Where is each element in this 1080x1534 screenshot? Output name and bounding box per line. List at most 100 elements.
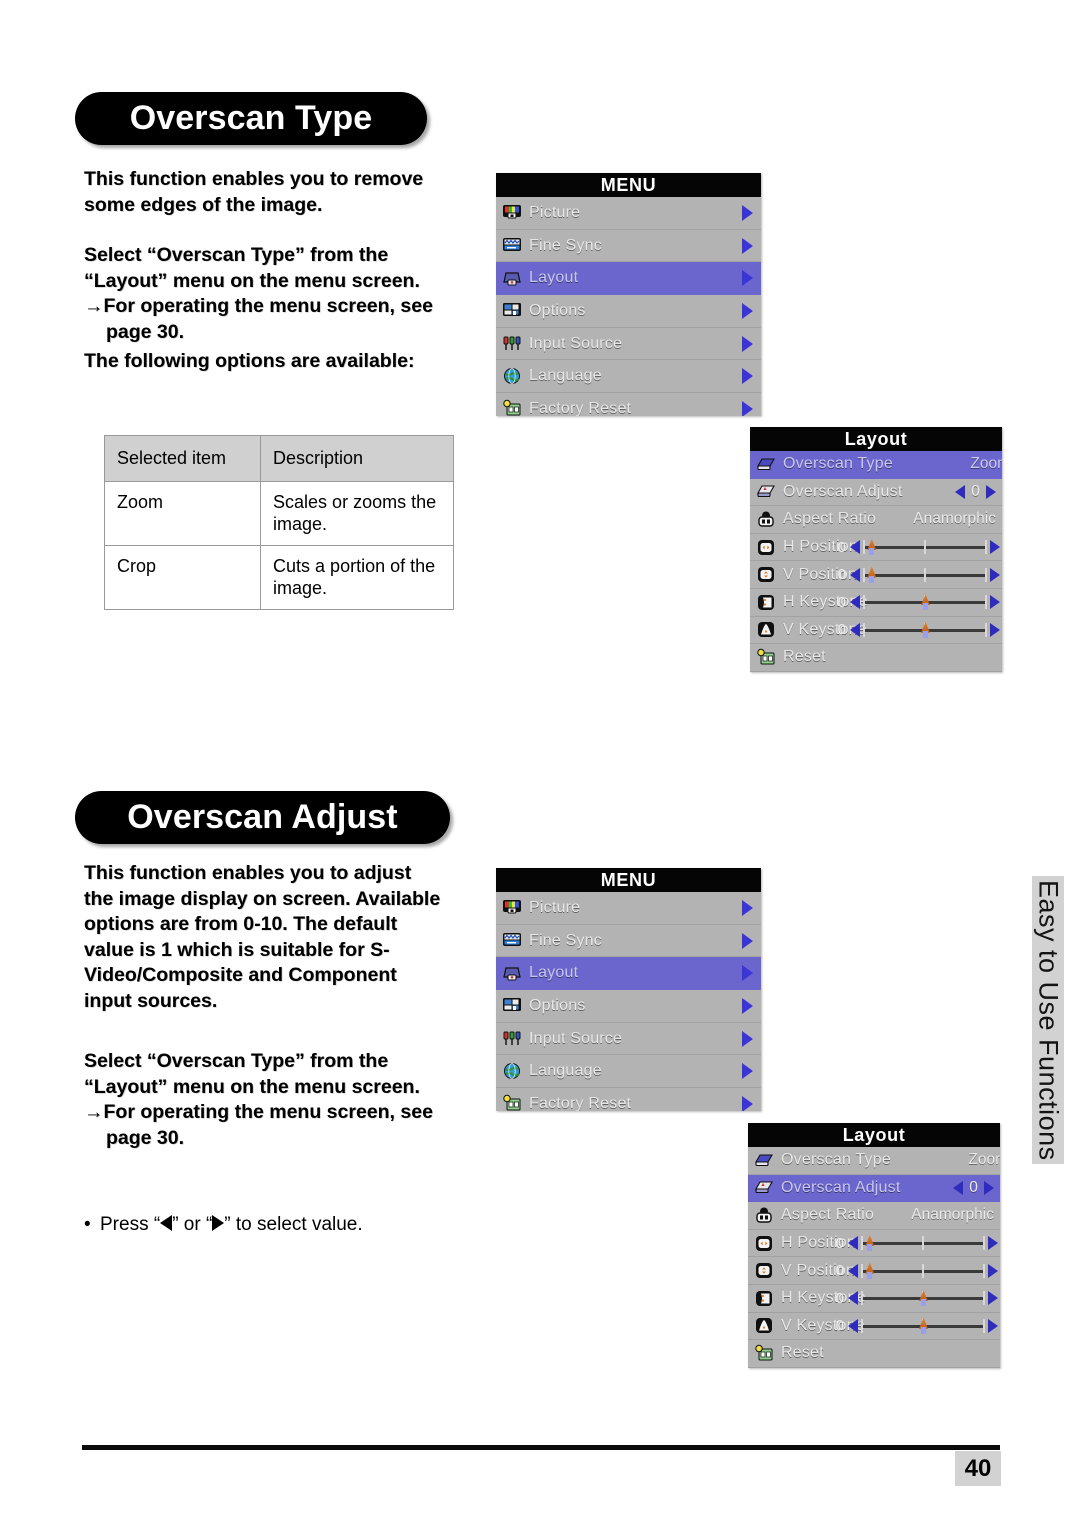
osd-layout-item-h-keystone[interactable]: H Keystone 0 [750,589,1002,617]
osd-menu-item-language[interactable]: Language [496,1055,761,1089]
osd-layout-item-v-keystone[interactable]: V Keystone 0 [748,1313,1000,1341]
osd-layout-item-overscan-type[interactable]: Overscan Type Zoom [748,1147,1000,1175]
osd-layout-value-slider[interactable]: 0 [836,1289,998,1307]
slider-knob[interactable] [867,539,876,556]
stepper-decrease-icon[interactable] [953,1180,963,1195]
osd-menu-item-picture[interactable]: Picture [496,892,761,925]
stepper-increase-icon[interactable] [986,484,996,499]
slider-knob[interactable] [865,1263,874,1279]
slider-increase-icon[interactable] [990,595,1000,610]
osd-menu-item-options[interactable]: Options [496,990,761,1023]
osd-menu-item-layout[interactable]: Layout [496,957,761,991]
slider-knob[interactable] [865,1235,874,1252]
table-cell-item: Zoom [103,481,262,546]
slider-decrease-icon[interactable] [850,567,860,582]
slider-increase-icon[interactable] [990,567,1000,582]
osd-layout-item-h-position[interactable]: H Position 0 [750,534,1002,562]
osd-layout-item-reset[interactable]: Reset [748,1340,1000,1368]
slider-decrease-icon[interactable] [848,1236,858,1251]
slider-increase-icon[interactable] [988,1263,998,1278]
osd-layout-item-reset[interactable]: Reset [750,644,1002,672]
osd-menu-item-input-source[interactable]: Input Source [496,1023,761,1056]
slider-decrease-icon[interactable] [850,595,860,610]
stepper-decrease-icon[interactable] [955,484,965,499]
osd-menu-item-fine-sync[interactable]: Fine Sync [496,925,761,958]
osd-layout-item-h-keystone[interactable]: H Keystone 0 [748,1285,1000,1313]
osd-menu-item-label: Fine Sync [529,236,602,254]
h-position-icon [756,538,776,557]
osd-layout-item-overscan-adjust[interactable]: Overscan Adjust 0 [750,479,1002,507]
osd-layout-value-slider[interactable]: 0 [838,593,1000,611]
slider-track[interactable] [863,593,987,611]
osd-layout-value-slider[interactable]: 0 [836,1262,998,1280]
osd-layout-item-aspect-ratio[interactable]: Aspect Ratio Anamorphic [748,1202,1000,1230]
slider-decrease-icon[interactable] [848,1318,858,1333]
slider-decrease-icon[interactable] [850,540,860,555]
osd-menu-list[interactable]: Picture Fine Sync Layout Options Input Sourc… [496,892,761,1111]
osd-menu-list[interactable]: Picture Fine Sync Layout Options Input Sourc… [496,197,761,416]
stepper-value: 0 [969,1178,978,1196]
slider-track[interactable] [861,1262,985,1280]
slider-track[interactable] [861,1317,985,1335]
slider-increase-icon[interactable] [988,1236,998,1251]
osd-menu-item-input-source[interactable]: Input Source [496,328,761,361]
osd-layout-item-overscan-adjust[interactable]: Overscan Adjust 0 [748,1174,1000,1203]
stepper-value: 0 [971,482,980,500]
aspect-ratio-icon [754,1206,774,1225]
slider-increase-icon[interactable] [988,1318,998,1333]
osd-menu-item-layout[interactable]: Layout [496,262,761,296]
osd-menu-item-factory-reset[interactable]: Factory Reset [496,393,761,416]
slider-increase-icon[interactable] [990,540,1000,555]
slider-decrease-icon[interactable] [848,1291,858,1306]
slider-decrease-icon[interactable] [848,1263,858,1278]
osd-layout-item-aspect-ratio[interactable]: Aspect Ratio Anamorphic [750,506,1002,534]
osd-layout-value-stepper[interactable]: 0 [953,1179,994,1197]
slider-knob[interactable] [919,1318,928,1334]
osd-layout-item-v-position[interactable]: V Position 0 [750,561,1002,589]
slider-increase-icon[interactable] [990,622,1000,637]
stepper-increase-icon[interactable] [984,1180,994,1195]
osd-layout-item-value: Anamorphic [911,1206,994,1224]
osd-layout-value-slider[interactable]: 0 [836,1234,998,1252]
osd-menu-item-factory-reset[interactable]: Factory Reset [496,1088,761,1111]
chevron-right-icon [742,965,753,982]
slider-knob[interactable] [921,622,930,638]
slider-knob[interactable] [921,594,930,611]
chevron-right-icon [742,400,753,416]
osd-layout-item-v-position[interactable]: V Position 0 [748,1257,1000,1285]
osd-layout-value-slider[interactable]: 0 [838,621,1000,639]
osd-layout-panel-bottom[interactable]: Layout Overscan Type Zoom Overscan Adjust 0… [748,1123,1000,1368]
osd-menu-item-fine-sync[interactable]: Fine Sync [496,230,761,263]
osd-layout-item-overscan-type[interactable]: Overscan Type Zoom [750,451,1002,479]
osd-menu-item-label: Picture [529,898,581,916]
osd-layout-item-v-keystone[interactable]: V Keystone 0 [750,617,1002,645]
osd-menu-item-language[interactable]: Language [496,360,761,394]
osd-layout-item-value: Zoom [970,455,1002,473]
slider-track[interactable] [863,621,987,639]
osd-menu-item-picture[interactable]: Picture [496,197,761,230]
osd-layout-value-stepper[interactable]: 0 [955,483,996,501]
osd-menu-item-options[interactable]: Options [496,295,761,328]
slider-track[interactable] [861,1289,985,1307]
osd-layout-panel-top[interactable]: Layout Overscan Type Zoom Overscan Adjust 0… [750,427,1002,672]
slider-increase-icon[interactable] [988,1291,998,1306]
slider-knob[interactable] [867,567,876,583]
slider-track[interactable] [861,1234,985,1252]
slider-track[interactable] [863,538,987,556]
osd-menu-item-label: Options [529,996,586,1014]
osd-main-menu-bottom[interactable]: MENU Picture Fine Sync Layout Options Input … [496,868,761,1111]
osd-layout-value-slider[interactable]: 0 [838,566,1000,584]
osd-main-menu-top[interactable]: MENU Picture Fine Sync Layout Options Input … [496,173,761,416]
slider-tick [861,1318,863,1333]
osd-layout-value-slider[interactable]: 0 [838,538,1000,556]
slider-track[interactable] [863,566,987,584]
osd-layout-item-h-position[interactable]: H Position 0 [748,1230,1000,1258]
slider-value: 0 [837,566,846,584]
slider-knob[interactable] [919,1290,928,1307]
slider-decrease-icon[interactable] [850,622,860,637]
osd-layout-list[interactable]: Overscan Type Zoom Overscan Adjust 0 Aspect … [748,1147,1000,1368]
osd-layout-value-slider[interactable]: 0 [836,1317,998,1335]
osd-layout-list[interactable]: Overscan Type Zoom Overscan Adjust 0 Aspect … [750,451,1002,672]
osd-layout-item-label: Aspect Ratio [783,510,877,528]
osd-layout-item-label: Overscan Type [783,455,893,473]
